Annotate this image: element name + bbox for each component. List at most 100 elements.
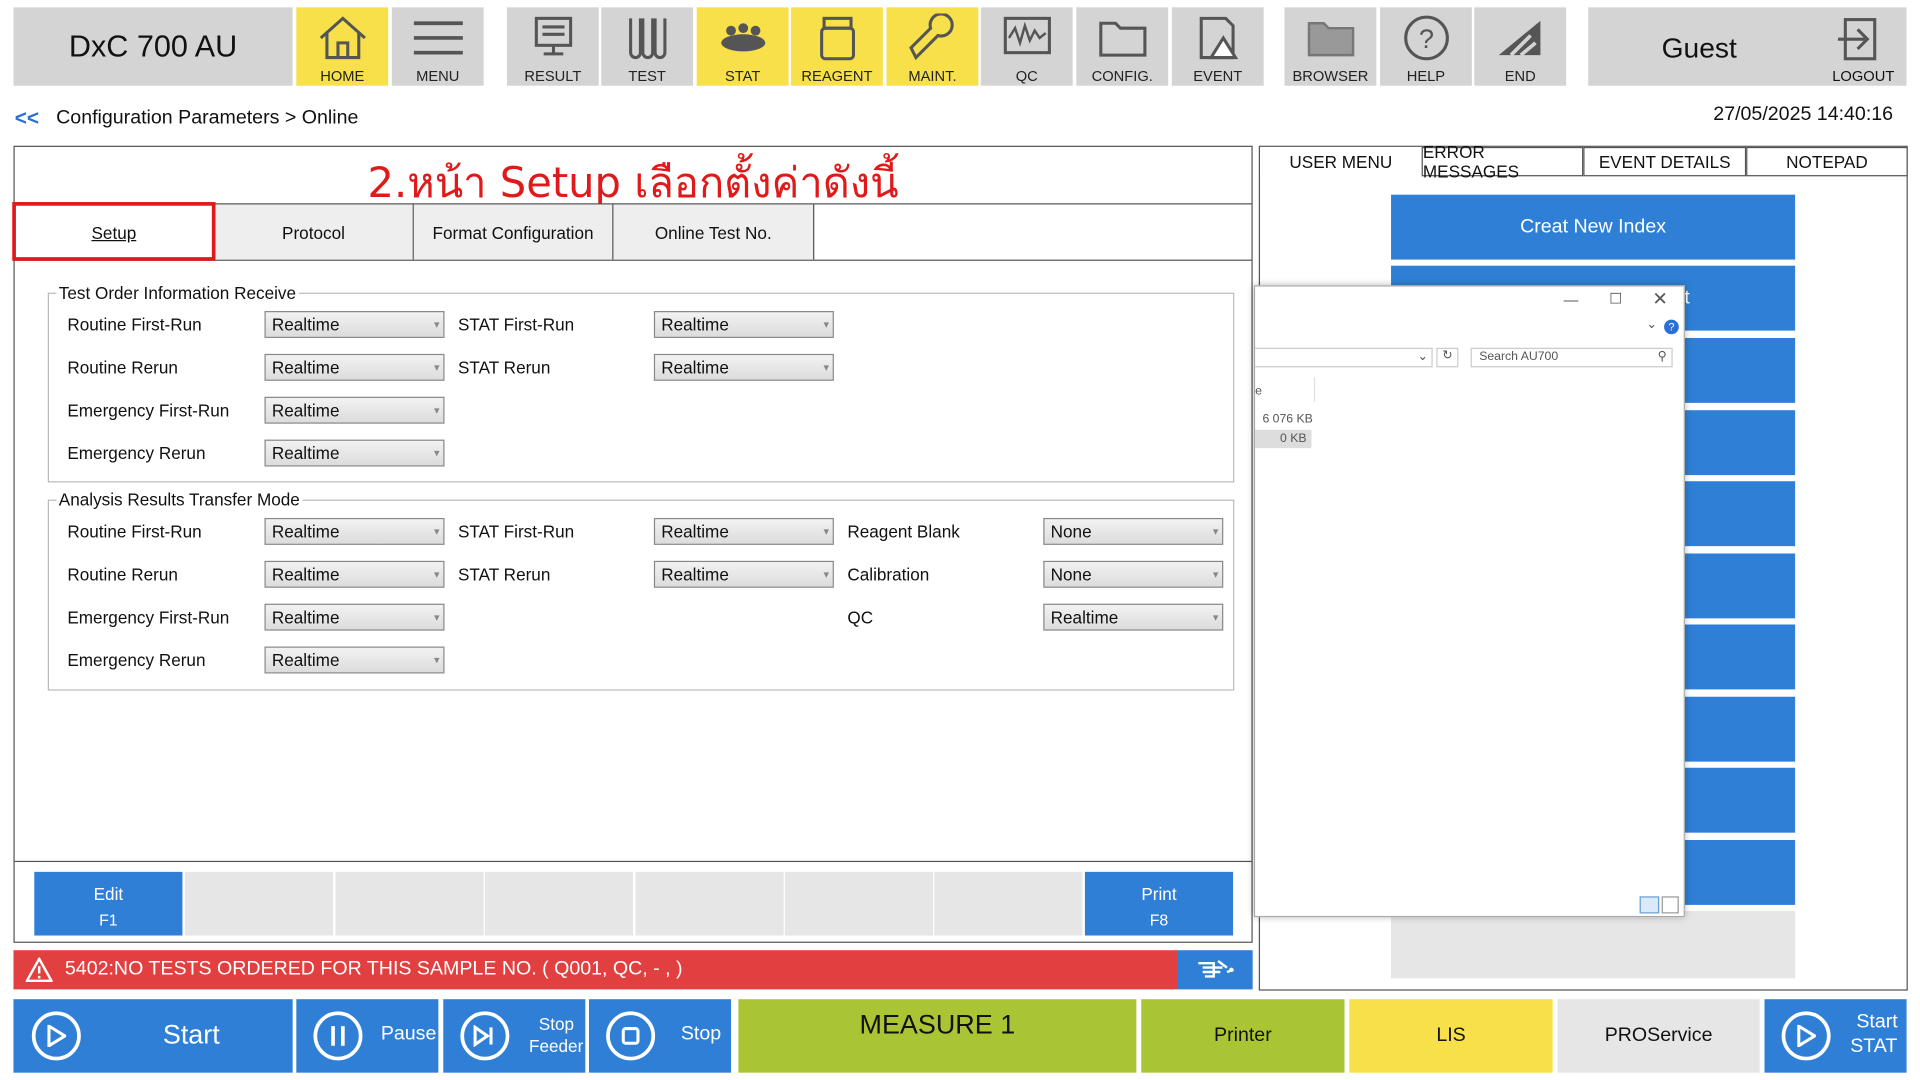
reagent-label: REAGENT xyxy=(801,67,873,85)
clear-alarm-button[interactable] xyxy=(1177,950,1253,990)
stat-label: STAT xyxy=(724,67,761,85)
large-icons-view-icon[interactable] xyxy=(1661,896,1679,914)
tab-online-test-no[interactable]: Online Test No. xyxy=(613,204,815,260)
create-new-index-button[interactable]: Creat New Index xyxy=(1391,194,1796,260)
tab-event-details[interactable]: EVENT DETAILS xyxy=(1583,146,1747,177)
datetime: 27/05/2025 14:40:16 xyxy=(1713,104,1894,125)
transfer-emergency-first-select[interactable]: Realtime xyxy=(264,603,445,631)
qc-select[interactable]: Realtime xyxy=(1043,603,1224,631)
close-icon[interactable]: ✕ xyxy=(1652,288,1667,310)
browser-label: BROWSER xyxy=(1292,67,1369,85)
transfer-emergency-rerun-select[interactable]: Realtime xyxy=(264,646,445,674)
svg-text:?: ? xyxy=(1418,24,1433,54)
config-button[interactable]: CONFIG. xyxy=(1076,7,1169,86)
qc-label: QC xyxy=(847,607,874,627)
details-view-icon[interactable] xyxy=(1639,896,1660,914)
print-button[interactable]: Print F8 xyxy=(1084,871,1234,936)
back-button[interactable]: << xyxy=(15,107,39,131)
transfer-stat-first-select[interactable]: Realtime xyxy=(653,517,834,545)
logout-button[interactable]: LOGOUT xyxy=(1832,67,1894,84)
reagent-blank-select[interactable]: None xyxy=(1043,517,1224,545)
config-label: CONFIG. xyxy=(1091,67,1153,85)
stop-feeder-label-1: Stop xyxy=(538,1013,575,1034)
transfer-emergency-rerun-label: Emergency Rerun xyxy=(67,650,206,670)
maint-label: MAINT. xyxy=(908,67,957,85)
order-stat-rerun-select[interactable]: Realtime xyxy=(653,353,834,381)
maint-button[interactable]: MAINT. xyxy=(886,7,979,86)
result-button[interactable]: RESULT xyxy=(506,7,599,86)
pause-button[interactable]: Pause xyxy=(296,999,439,1073)
browser-button[interactable]: BROWSER xyxy=(1284,7,1377,86)
start-button[interactable]: Start xyxy=(13,999,293,1073)
stat-icon xyxy=(720,23,765,52)
transfer-routine-first-select[interactable]: Realtime xyxy=(264,517,445,545)
event-label: EVENT xyxy=(1193,67,1243,85)
start-stat-button[interactable]: Start STAT xyxy=(1764,999,1907,1073)
stop-feeder-button[interactable]: Stop Feeder xyxy=(443,999,586,1073)
order-emergency-rerun-select[interactable]: Realtime xyxy=(264,439,445,467)
menu-button[interactable]: MENU xyxy=(391,7,484,86)
transfer-routine-rerun-select[interactable]: Realtime xyxy=(264,560,445,588)
start-stat-play-icon xyxy=(1781,1011,1831,1061)
event-button[interactable]: EVENT xyxy=(1171,7,1264,86)
order-emergency-first-select[interactable]: Realtime xyxy=(264,396,445,424)
proservice-status[interactable]: PROService xyxy=(1557,999,1760,1073)
play-icon xyxy=(31,1011,81,1061)
order-routine-rerun-label: Routine Rerun xyxy=(67,357,178,378)
order-stat-first-select[interactable]: Realtime xyxy=(653,311,834,338)
test-button[interactable]: TEST xyxy=(601,7,694,86)
edit-label: Edit xyxy=(93,884,124,904)
stop-button[interactable]: Stop xyxy=(588,999,732,1073)
pause-label: Pause xyxy=(380,1023,437,1045)
address-dropdown-icon[interactable]: ⌄ xyxy=(1417,350,1427,363)
config-panel: 2.หน้า Setup เลือกตั้งค่าดังนี้ Setup Pr… xyxy=(12,145,1253,943)
tab-protocol[interactable]: Protocol xyxy=(214,204,414,260)
transfer-routine-rerun-label: Routine Rerun xyxy=(67,564,178,585)
transfer-stat-rerun-select[interactable]: Realtime xyxy=(653,560,834,588)
refresh-icon[interactable]: ↻ xyxy=(1436,347,1459,368)
help-button[interactable]: ? HELP xyxy=(1380,7,1472,86)
error-banner[interactable]: 5402:NO TESTS ORDERED FOR THIS SAMPLE NO… xyxy=(13,950,1178,990)
lis-status[interactable]: LIS xyxy=(1349,999,1553,1073)
qc-chart-icon xyxy=(1003,16,1051,55)
reagent-button[interactable]: REAGENT xyxy=(791,7,883,86)
stat-button[interactable]: STAT xyxy=(696,7,789,86)
qc-button[interactable]: QC xyxy=(980,7,1073,86)
home-button[interactable]: HOME xyxy=(296,7,389,86)
edit-button[interactable]: Edit F1 xyxy=(34,871,183,936)
maximize-icon[interactable]: ☐ xyxy=(1609,290,1622,307)
end-button[interactable]: END xyxy=(1474,7,1567,86)
help-circle-icon[interactable]: ? xyxy=(1664,319,1679,335)
calibration-select[interactable]: None xyxy=(1043,560,1224,588)
order-info-legend: Test Order Information Receive xyxy=(58,282,297,303)
tab-error-messages[interactable]: ERROR MESSAGES xyxy=(1421,142,1584,181)
measure-status[interactable]: MEASURE 1 xyxy=(738,999,1137,1073)
file-explorer-window[interactable]: — ☐ ✕ ⌄ ? ⌄ ↻ Search AU700 ⚲ e 6 076 KB 0… xyxy=(1253,285,1685,918)
order-routine-first-select[interactable]: Realtime xyxy=(264,311,445,338)
stop-icon xyxy=(606,1011,656,1061)
search-placeholder: Search AU700 xyxy=(1479,350,1559,364)
search-input[interactable]: Search AU700 ⚲ xyxy=(1470,347,1673,368)
help-label: HELP xyxy=(1406,67,1446,85)
chevron-down-icon[interactable]: ⌄ xyxy=(1646,318,1656,331)
address-bar[interactable]: ⌄ xyxy=(1255,347,1433,368)
breadcrumb-path: Configuration Parameters > Online xyxy=(56,107,359,129)
result-label: RESULT xyxy=(524,67,582,85)
stop-feeder-label-2: Feeder xyxy=(528,1035,584,1056)
order-emergency-rerun-label: Emergency Rerun xyxy=(67,443,206,463)
fkey-empty-4 xyxy=(484,871,634,936)
tab-user-menu[interactable]: USER MENU xyxy=(1260,146,1422,177)
home-label: HOME xyxy=(320,67,365,85)
help-icon: ? xyxy=(1403,15,1449,61)
print-key: F8 xyxy=(1149,911,1169,930)
printer-status[interactable]: Printer xyxy=(1141,999,1345,1073)
logout-icon[interactable] xyxy=(1836,15,1885,64)
test-tubes-icon xyxy=(628,18,666,60)
tab-notepad[interactable]: NOTEPAD xyxy=(1746,146,1908,177)
order-routine-rerun-select[interactable]: Realtime xyxy=(264,353,445,381)
minimize-icon[interactable]: — xyxy=(1564,291,1579,308)
file-size-2[interactable]: 0 KB xyxy=(1255,429,1312,449)
browser-folder-icon xyxy=(1307,22,1354,57)
tab-format-configuration[interactable]: Format Configuration xyxy=(413,204,614,260)
breadcrumb: << Configuration Parameters > Online xyxy=(15,107,359,131)
